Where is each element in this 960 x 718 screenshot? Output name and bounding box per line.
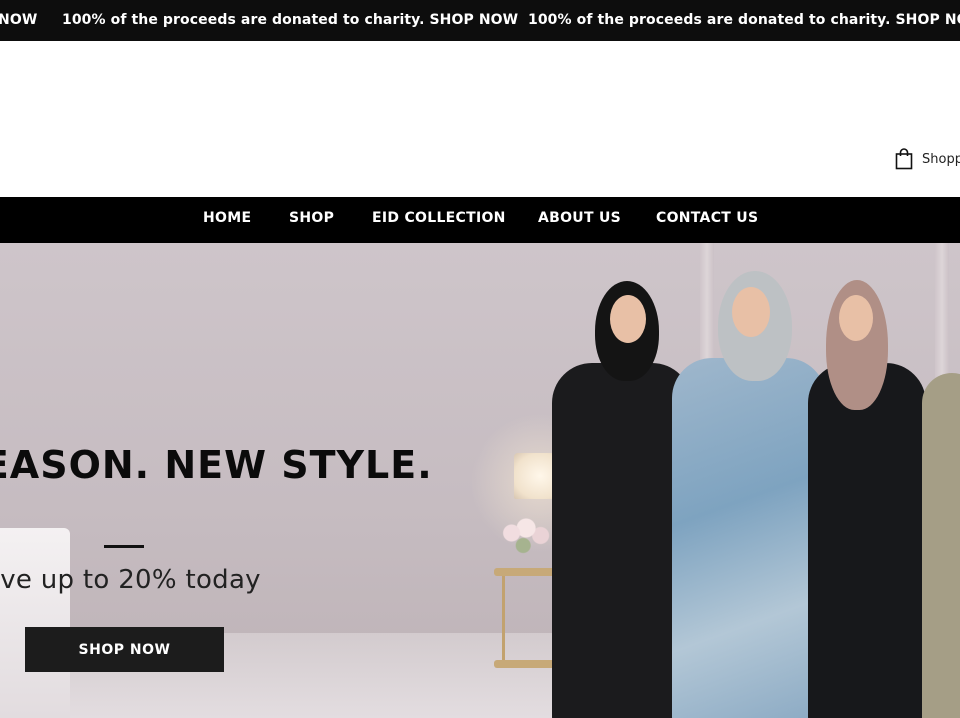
site-header: Shopp xyxy=(0,41,960,197)
nav-item-about-us[interactable]: ABOUT US xyxy=(538,210,621,226)
cart-link[interactable]: Shopp xyxy=(895,147,960,171)
flower-vase xyxy=(500,513,558,563)
hero-subtitle: ave up to 20% today xyxy=(0,565,261,595)
announcement-message[interactable]: NOW xyxy=(0,12,37,28)
nav-item-contact-us[interactable]: CONTACT US xyxy=(656,210,758,226)
shopping-bag-icon xyxy=(895,148,913,170)
hero-title: W SEASON. NEW STYLE. xyxy=(0,443,433,487)
bed-image xyxy=(0,528,70,718)
main-nav: HOME SHOP EID COLLECTION ABOUT US CONTAC… xyxy=(0,197,960,243)
nav-item-shop[interactable]: SHOP xyxy=(289,210,334,226)
announcement-bar: NOW 100% of the proceeds are donated to … xyxy=(0,0,960,41)
cart-label: Shopp xyxy=(922,151,960,167)
hero-divider xyxy=(104,545,144,548)
shop-now-button[interactable]: SHOP NOW xyxy=(25,627,224,672)
announcement-message[interactable]: 100% of the proceeds are donated to char… xyxy=(528,12,960,28)
hero-banner: W SEASON. NEW STYLE. ave up to 20% today… xyxy=(0,243,960,718)
nav-item-eid-collection[interactable]: EID COLLECTION xyxy=(372,210,506,226)
announcement-message[interactable]: 100% of the proceeds are donated to char… xyxy=(62,12,518,28)
nav-item-home[interactable]: HOME xyxy=(203,210,251,226)
